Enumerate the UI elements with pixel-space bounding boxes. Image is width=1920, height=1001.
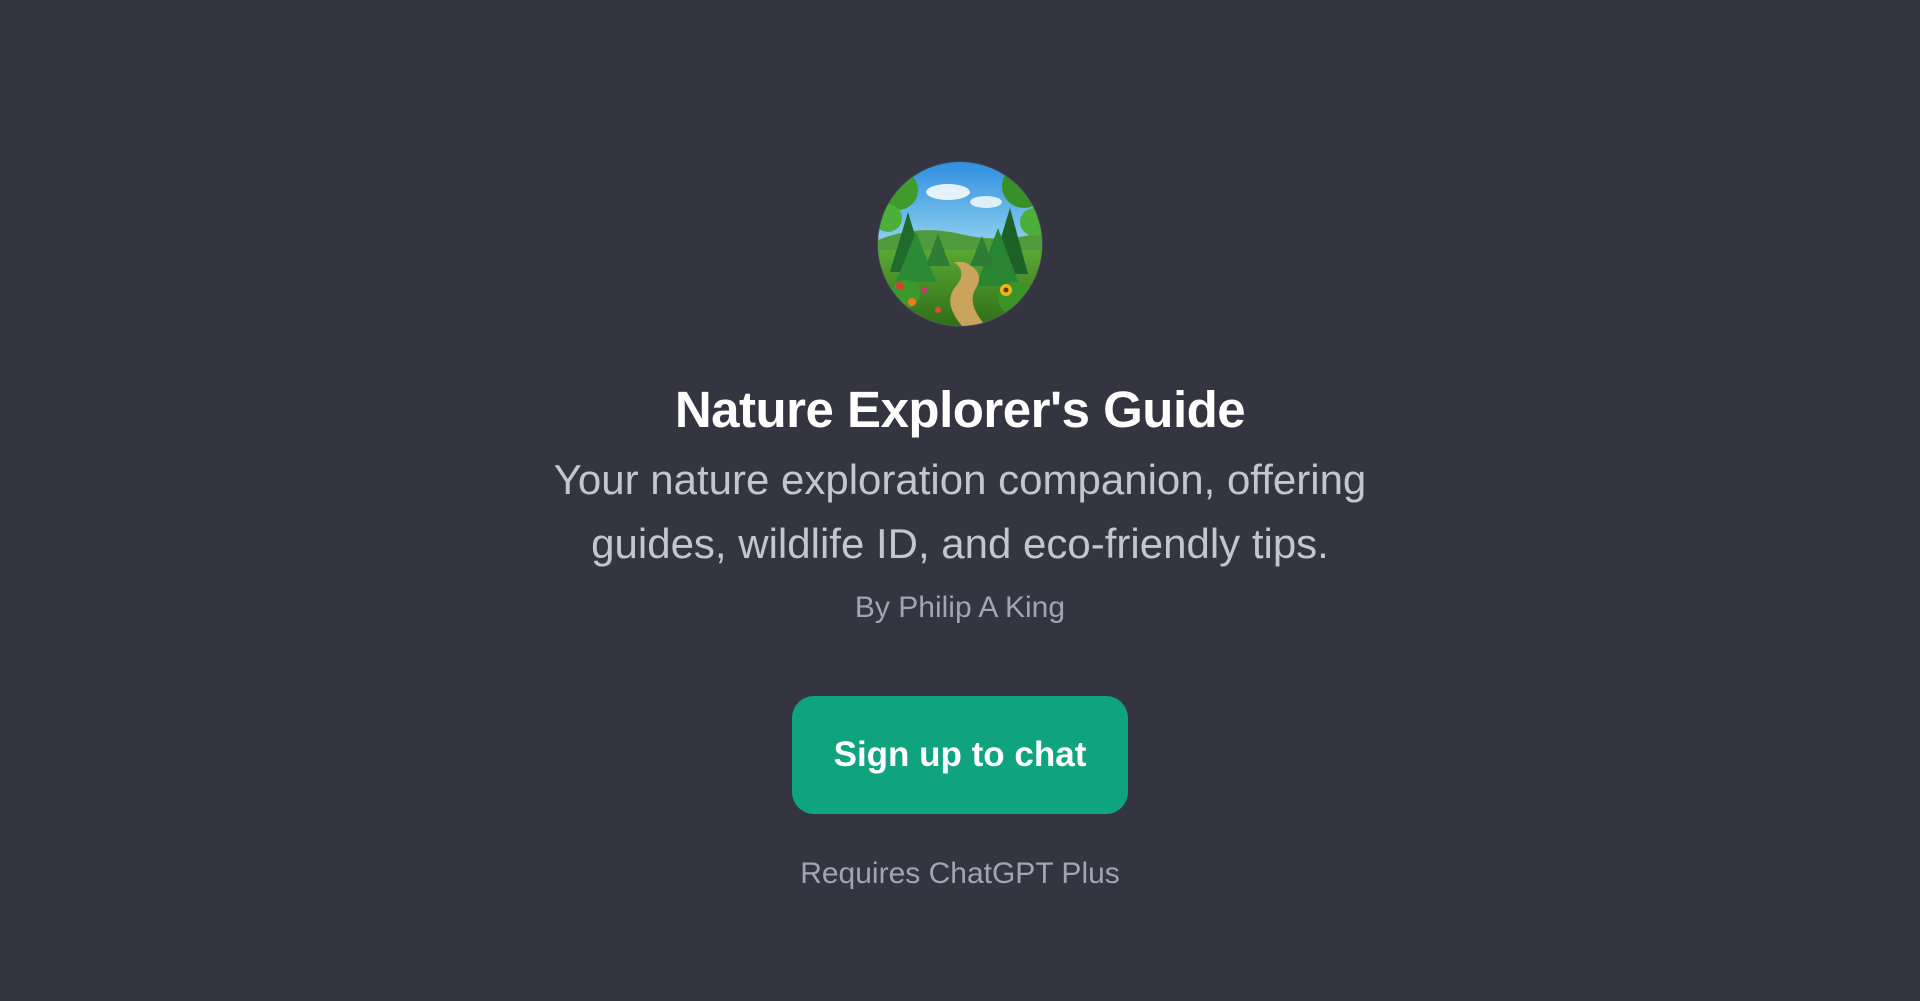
gpt-description: Your nature exploration companion, offer… xyxy=(553,456,1367,567)
gpt-avatar xyxy=(878,162,1042,326)
gpt-title: Nature Explorer's Guide xyxy=(674,381,1246,438)
forest-trail-avatar-icon xyxy=(878,162,1042,326)
plan-requirement-note: Requires ChatGPT Plus xyxy=(800,857,1120,890)
gpt-landing-page: Nature Explorer's Guide Your nature expl… xyxy=(0,0,1920,1001)
gpt-author: By Philip A King xyxy=(854,591,1066,624)
sign-up-to-chat-button[interactable]: Sign up to chat xyxy=(792,696,1128,814)
